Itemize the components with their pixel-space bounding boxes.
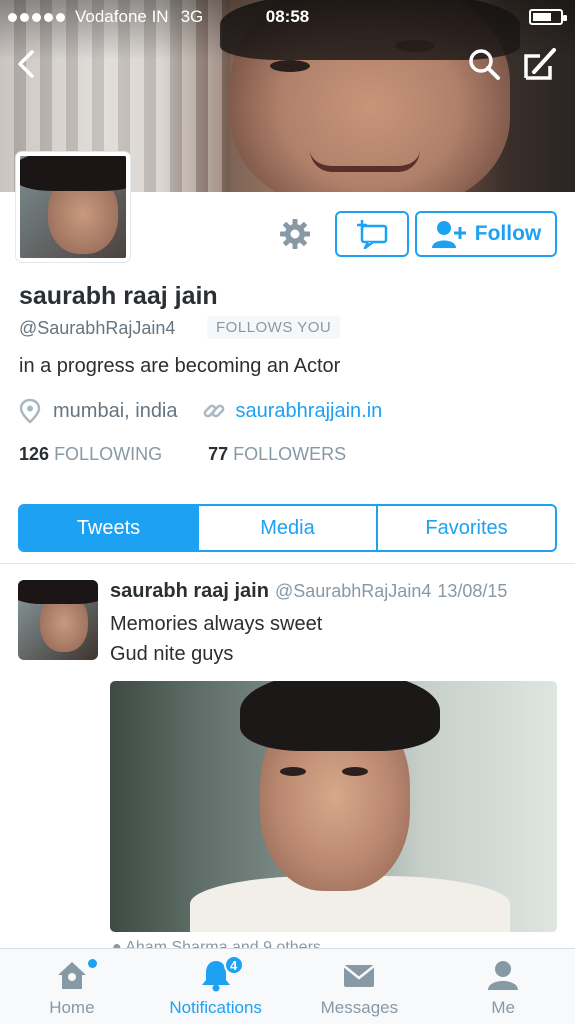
followers-stat[interactable]: 77 FOLLOWERS: [208, 444, 346, 465]
follow-button[interactable]: Follow: [415, 211, 557, 257]
notification-badge: 4: [223, 955, 244, 975]
tweet-author-name[interactable]: saurabh raaj jain: [110, 580, 269, 602]
back-arrow-icon[interactable]: [8, 46, 44, 82]
link-icon: [203, 404, 224, 418]
tabbar-messages[interactable]: Messages: [288, 949, 432, 1024]
tweet-avatar[interactable]: [18, 580, 98, 660]
person-icon: [488, 961, 519, 990]
tab-media[interactable]: Media: [199, 506, 378, 550]
follow-button-label: Follow: [474, 222, 542, 245]
search-icon[interactable]: [466, 46, 502, 82]
tab-favorites[interactable]: Favorites: [378, 506, 555, 550]
profile-avatar[interactable]: [16, 152, 130, 262]
profile-handle: @SaurabhRajJain4: [19, 318, 176, 338]
tweet-date: 13/08/15: [437, 581, 508, 601]
tab-tweets[interactable]: Tweets: [20, 506, 199, 550]
add-user-icon: [431, 221, 466, 248]
home-icon: [57, 962, 86, 989]
follows-you-badge: FOLLOWS YOU: [207, 316, 341, 339]
followers-count: 77: [208, 444, 229, 464]
tweet-header: saurabh raaj jain @SaurabhRajJain4 13/08/1…: [110, 580, 507, 603]
tweet-text: Memories always sweet Gud nite guys: [110, 609, 322, 669]
new-content-dot: [87, 959, 97, 968]
add-to-list-icon: [357, 220, 388, 249]
tweet-author-handle: @SaurabhRajJain4: [274, 581, 432, 601]
gear-icon[interactable]: [279, 218, 311, 250]
tweet-line-1: Memories always sweet: [110, 613, 323, 635]
tabbar-me[interactable]: Me: [431, 949, 575, 1024]
banner-eye-left: [270, 60, 310, 72]
tabbar-notifications[interactable]: 4 Notifications: [144, 949, 288, 1024]
tabbar-notifications-label: Notifications: [169, 998, 262, 1017]
clock: 08:58: [265, 7, 310, 26]
status-bar: Vodafone IN 3G 08:58: [0, 0, 575, 34]
compose-tweet-icon[interactable]: [522, 46, 558, 82]
followers-label: FOLLOWERS: [233, 444, 347, 464]
profile-meta: mumbai, india saurabhrajjain.in: [19, 398, 382, 424]
profile-name: saurabh raaj jain: [19, 282, 218, 310]
profile-location: mumbai, india: [53, 399, 178, 422]
tabbar-home-label: Home: [49, 998, 95, 1017]
envelope-icon: [343, 965, 376, 987]
banner-smile: [310, 150, 420, 172]
profile-website-link[interactable]: saurabhrajjain.in: [236, 400, 383, 423]
tweet-media-image[interactable]: [110, 681, 557, 932]
location-pin-icon: [19, 398, 41, 424]
profile-bio: in a progress are becoming an Actor: [19, 355, 341, 377]
tweet-line-2: Gud nite guys: [110, 643, 234, 665]
following-stat[interactable]: 126 FOLLOWING: [19, 444, 162, 465]
profile-tabs: Tweets Media Favorites: [18, 504, 557, 552]
following-label: FOLLOWING: [54, 444, 163, 464]
tabbar-me-label: Me: [491, 998, 515, 1017]
profile-stats: 126 FOLLOWING 77 FOLLOWERS: [19, 444, 346, 465]
following-count: 126: [19, 444, 50, 464]
tabbar-messages-label: Messages: [320, 998, 399, 1017]
divider: [0, 563, 575, 564]
bottom-tab-bar: Home 4 Notifications Messages Me: [0, 948, 575, 1024]
add-to-list-button[interactable]: [335, 211, 409, 257]
battery-icon: [529, 9, 567, 25]
tabbar-home[interactable]: Home: [0, 949, 144, 1024]
